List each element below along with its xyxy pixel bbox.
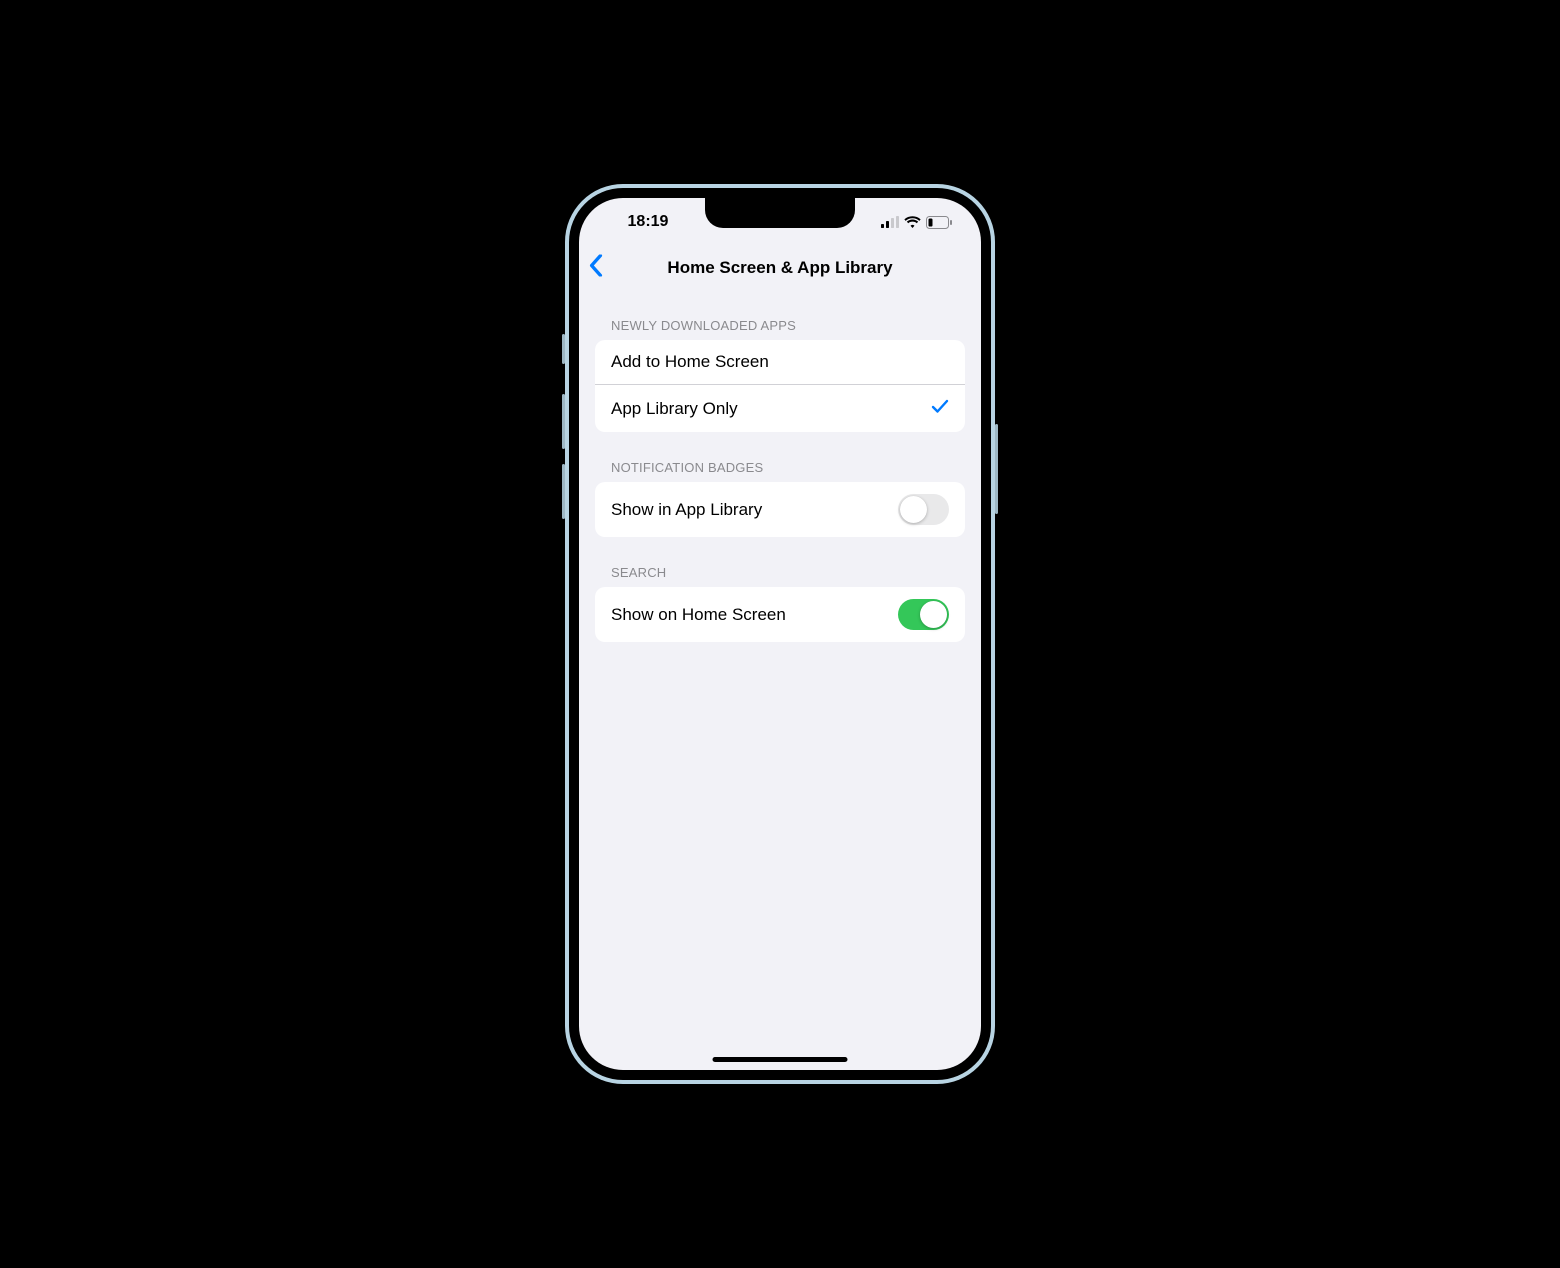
option-label: Add to Home Screen xyxy=(611,352,769,372)
toggle-show-on-home-screen[interactable] xyxy=(898,599,949,630)
option-add-to-home-screen[interactable]: Add to Home Screen xyxy=(595,340,965,384)
back-button[interactable] xyxy=(589,255,603,282)
volume-down-button xyxy=(562,464,565,519)
toggle-show-in-app-library[interactable] xyxy=(898,494,949,525)
status-time: 18:19 xyxy=(613,213,683,231)
silence-switch xyxy=(562,334,565,364)
checkmark-icon xyxy=(931,397,949,420)
screen: 18:19 xyxy=(579,198,981,1070)
chevron-left-icon xyxy=(589,255,603,282)
group-newly-downloaded: Add to Home Screen App Library Only xyxy=(595,340,965,432)
toggle-knob xyxy=(920,601,947,628)
wifi-icon xyxy=(904,216,921,228)
phone-frame: 18:19 xyxy=(565,184,995,1084)
cellular-signal-icon xyxy=(881,216,899,228)
home-indicator[interactable] xyxy=(713,1057,848,1062)
row-label: Show in App Library xyxy=(611,500,762,520)
group-notification-badges: Show in App Library xyxy=(595,482,965,537)
notch xyxy=(705,198,855,228)
section-header-newly-downloaded: Newly Downloaded Apps xyxy=(595,290,965,340)
section-header-search: Search xyxy=(595,537,965,587)
row-show-in-app-library[interactable]: Show in App Library xyxy=(595,482,965,537)
volume-up-button xyxy=(562,394,565,449)
section-header-notification-badges: Notification Badges xyxy=(595,432,965,482)
power-button xyxy=(995,424,998,514)
row-label: Show on Home Screen xyxy=(611,605,786,625)
group-search: Show on Home Screen xyxy=(595,587,965,642)
row-show-on-home-screen[interactable]: Show on Home Screen xyxy=(595,587,965,642)
battery-icon xyxy=(926,216,953,229)
option-label: App Library Only xyxy=(611,399,738,419)
page-title: Home Screen & App Library xyxy=(667,258,892,278)
navigation-bar: Home Screen & App Library xyxy=(579,246,981,290)
option-app-library-only[interactable]: App Library Only xyxy=(595,384,965,432)
toggle-knob xyxy=(900,496,927,523)
